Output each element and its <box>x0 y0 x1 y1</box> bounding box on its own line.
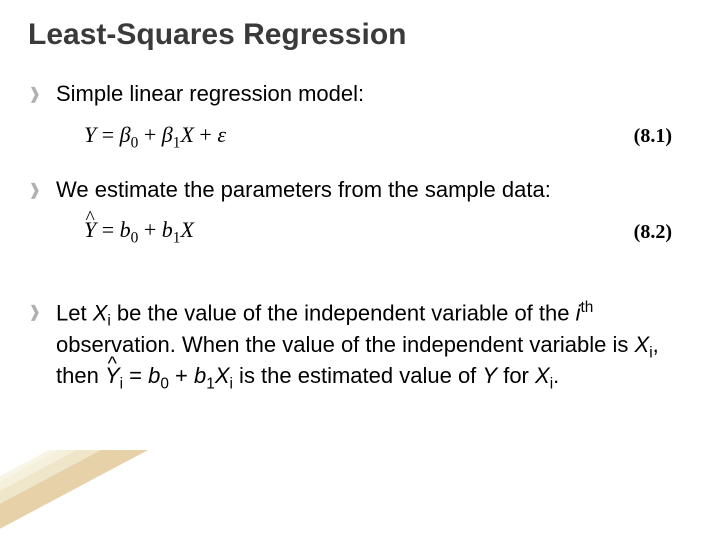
equation-1-number: (8.1) <box>634 125 672 148</box>
b3-y: Y <box>482 363 497 388</box>
bullet-3: ❱ Let Xi be the value of the independent… <box>28 298 692 394</box>
bullet-list: ❱ Simple linear regression model: Y = β0… <box>28 80 692 404</box>
bullet-2: ❱ We estimate the parameters from the sa… <box>28 176 692 204</box>
b3-b0-sub: 0 <box>160 376 169 393</box>
eq2-sub1: 1 <box>173 230 181 247</box>
bullet-1-text: Simple linear regression model: <box>56 80 364 108</box>
eq1-b0: β <box>120 122 131 147</box>
b3-xi3: X <box>535 363 550 388</box>
b3-mid2: observation. When the value of the indep… <box>56 332 635 357</box>
bullet-3-text: Let Xi be the value of the independent v… <box>56 298 692 394</box>
b3-eq: = <box>123 363 148 388</box>
b3-b0: b <box>148 363 160 388</box>
slide-title: Least-Squares Regression <box>28 18 406 52</box>
eq2-yhat: Y <box>84 217 96 243</box>
eq1-b1: β <box>162 122 173 147</box>
b3-b1-sub: 1 <box>206 376 215 393</box>
b3-xi: X <box>93 300 108 325</box>
corner-decoration <box>0 450 160 540</box>
eq1-plus1: + <box>138 122 161 147</box>
b3-dot: . <box>553 363 559 388</box>
b3-for: for <box>497 363 535 388</box>
b3-xi2: X <box>635 332 650 357</box>
b3-b1: b <box>194 363 206 388</box>
bullet-2-text: We estimate the parameters from the samp… <box>56 176 551 204</box>
bullet-icon: ❱ <box>28 176 56 200</box>
eq2-eq: = <box>96 217 119 242</box>
slide: Least-Squares Regression ❱ Simple linear… <box>0 0 720 540</box>
b3-yhat: Y <box>105 362 120 390</box>
b3-x: X <box>215 363 230 388</box>
b3-mid1: be the value of the independent variable… <box>111 300 576 325</box>
eq1-plus2: + <box>194 122 217 147</box>
eq2-plus: + <box>138 217 161 242</box>
eq1-eq: = <box>96 122 119 147</box>
bullet-icon: ❱ <box>28 298 56 322</box>
b3-plus: + <box>169 363 194 388</box>
equation-1: Y = β0 + β1X + ε <box>84 122 226 152</box>
b3-pre: Let <box>56 300 93 325</box>
eq1-x: X <box>180 122 193 147</box>
b3-ith-sup: th <box>581 299 594 316</box>
eq1-lhs: Y <box>84 122 96 147</box>
equation-2: Y = b0 + b1X <box>84 217 194 247</box>
bullet-icon: ❱ <box>28 80 56 104</box>
equation-2-row: Y = b0 + b1X (8.2) <box>84 217 692 247</box>
eq2-b0: b <box>120 217 131 242</box>
eq2-x: X <box>181 217 194 242</box>
bullet-1: ❱ Simple linear regression model: <box>28 80 692 108</box>
eq1-eps: ε <box>217 122 226 147</box>
equation-1-row: Y = β0 + β1X + ε (8.1) <box>84 122 692 152</box>
equation-2-number: (8.2) <box>634 221 672 244</box>
eq2-b1: b <box>162 217 173 242</box>
b3-tail: is the estimated value of <box>233 363 482 388</box>
